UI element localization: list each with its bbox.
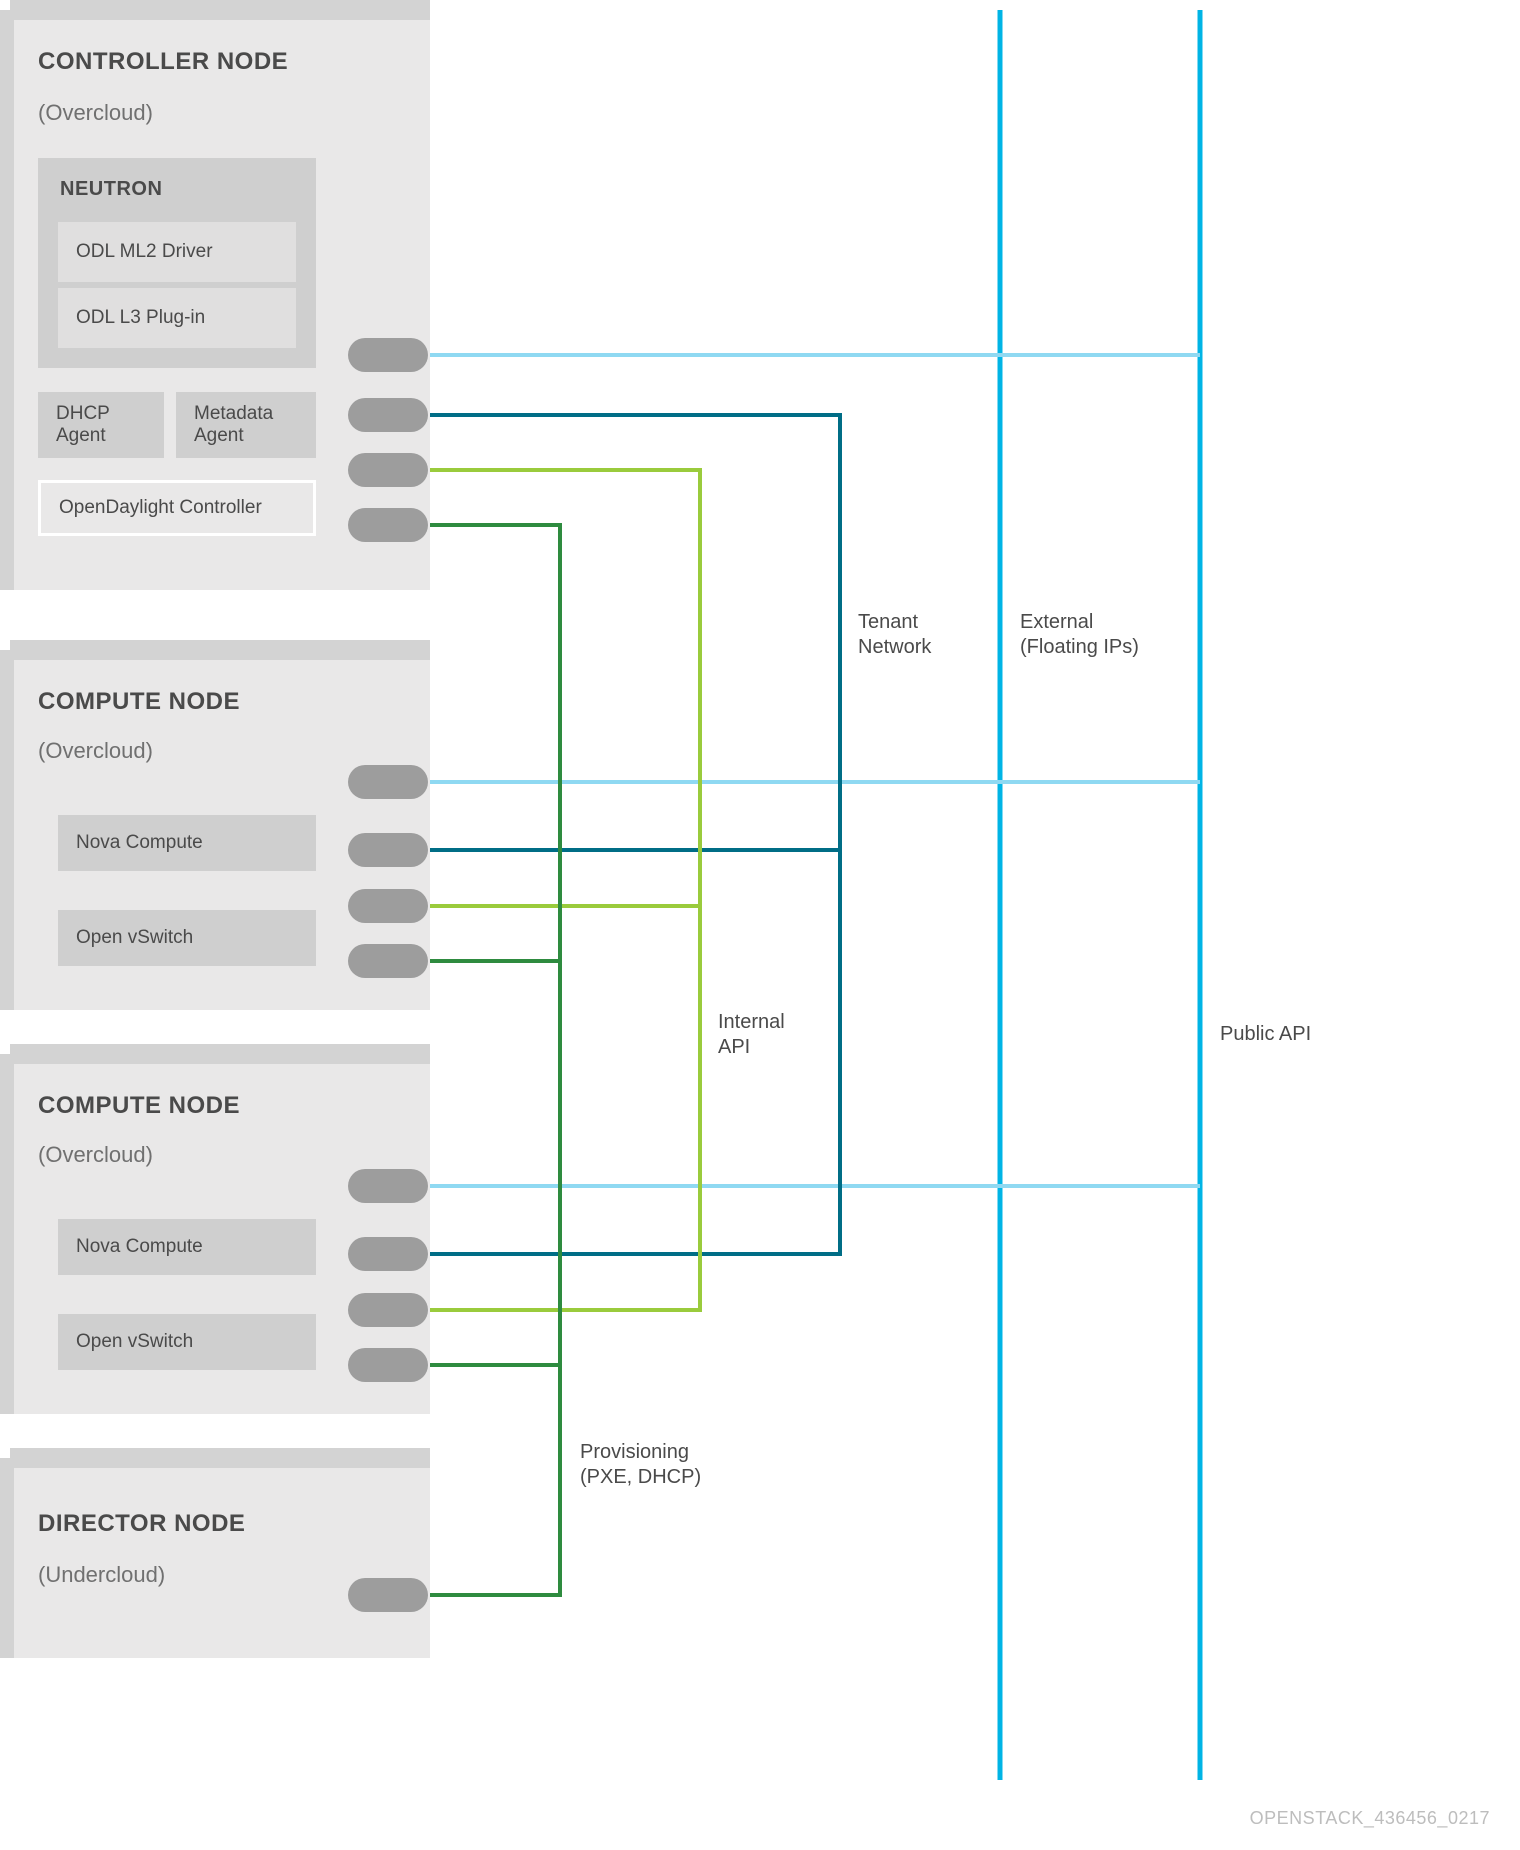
compute1-shadow [10, 640, 430, 660]
provisioning-label: Provisioning (PXE, DHCP) [580, 1440, 701, 1490]
director-port-prov [348, 1578, 428, 1612]
director-title: DIRECTOR NODE [38, 1510, 245, 1538]
compute1-port-external [348, 765, 428, 799]
neutron-ml2: ODL ML2 Driver [58, 222, 296, 282]
compute1-port-tenant [348, 833, 428, 867]
compute2-subtitle: (Overcloud) [38, 1142, 153, 1168]
public-api-label: Public API [1220, 1022, 1311, 1047]
tenant-label: Tenant Network [858, 610, 931, 660]
external-label: External (Floating IPs) [1020, 610, 1139, 660]
neutron-l3: ODL L3 Plug-in [58, 288, 296, 348]
compute2-shadow [10, 1044, 430, 1064]
controller-port-prov [348, 508, 428, 542]
compute2-shadow-side [0, 1054, 14, 1414]
controller-shadow [10, 0, 430, 20]
controller-shadow-side [0, 10, 14, 590]
controller-title: CONTROLLER NODE [38, 48, 288, 76]
compute1-port-internal [348, 889, 428, 923]
compute1-title: COMPUTE NODE [38, 688, 240, 716]
compute2-port-internal [348, 1293, 428, 1327]
compute2-port-prov [348, 1348, 428, 1382]
opendaylight-controller: OpenDaylight Controller [38, 480, 316, 536]
compute1-ovs: Open vSwitch [58, 910, 316, 966]
compute1-port-prov [348, 944, 428, 978]
director-subtitle: (Undercloud) [38, 1562, 165, 1588]
controller-subtitle: (Overcloud) [38, 100, 153, 126]
controller-port-external [348, 338, 428, 372]
dhcp-agent: DHCP Agent [38, 392, 164, 458]
compute2-port-external [348, 1169, 428, 1203]
footer-id: OPENSTACK_436456_0217 [1250, 1808, 1490, 1829]
director-shadow [10, 1448, 430, 1468]
controller-port-tenant [348, 398, 428, 432]
metadata-agent: Metadata Agent [176, 392, 316, 458]
neutron-title: NEUTRON [60, 178, 162, 201]
compute2-port-tenant [348, 1237, 428, 1271]
compute2-title: COMPUTE NODE [38, 1092, 240, 1120]
compute1-subtitle: (Overcloud) [38, 738, 153, 764]
controller-port-internal [348, 453, 428, 487]
internal-api-label: Internal API [718, 1010, 785, 1060]
compute2-ovs: Open vSwitch [58, 1314, 316, 1370]
compute2-nova: Nova Compute [58, 1219, 316, 1275]
compute1-nova: Nova Compute [58, 815, 316, 871]
compute1-shadow-side [0, 650, 14, 1010]
director-shadow-side [0, 1458, 14, 1658]
